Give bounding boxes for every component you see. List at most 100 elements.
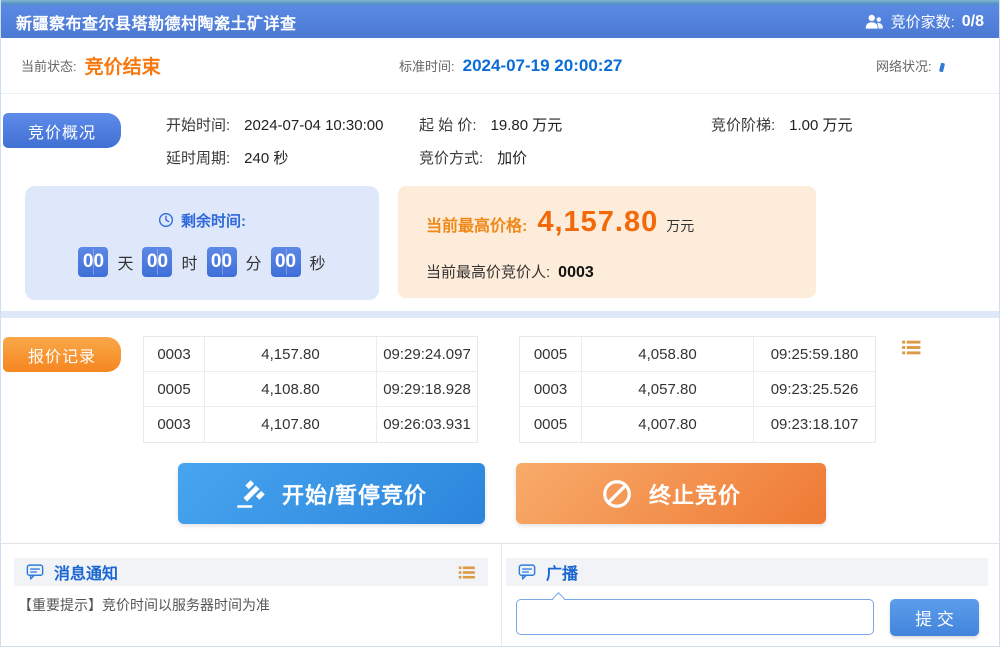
highest-bidder-line: 当前最高价竞价人: 0003: [426, 261, 788, 282]
title-bar: 新疆察布查尔县塔勒德村陶瓷土矿详查 竞价家数: 0/8: [1, 5, 999, 38]
chat-icon: [518, 564, 536, 580]
countdown-minutes: 00: [207, 247, 237, 277]
delay-field: 延时周期: 240 秒: [166, 147, 288, 168]
table-cell: 0005: [144, 372, 205, 406]
page-title: 新疆察布查尔县塔勒德村陶瓷土矿详查: [16, 10, 297, 34]
time-value: 2024-07-19 20:00:27: [463, 56, 623, 76]
table-cell: 0003: [144, 407, 205, 442]
server-time: 标准时间: 2024-07-19 20:00:27: [399, 38, 622, 93]
notice-message: 【重要提示】竞价时间以服务器时间为准: [18, 595, 270, 615]
vertical-divider: [501, 544, 502, 646]
state-value: 竞价结束: [85, 52, 161, 79]
current-state: 当前状态: 竞价结束: [21, 38, 161, 93]
start-time-field: 开始时间: 2024-07-04 10:30:00: [166, 114, 383, 135]
delay-label: 延时周期:: [166, 150, 230, 167]
delay-value: 240 秒: [244, 150, 288, 167]
countdown-days: 00: [78, 247, 108, 277]
minute-unit: 分: [246, 250, 262, 274]
countdown-hours: 00: [142, 247, 172, 277]
step-value: 1.00 万元: [789, 117, 852, 134]
highest-bidder-label: 当前最高价竞价人:: [426, 261, 550, 282]
bidder-count-value: 0/8: [962, 13, 984, 31]
bid-records-table-right: 00054,058.8009:25:59.18000034,057.8009:2…: [519, 336, 876, 443]
day-unit: 天: [117, 250, 133, 274]
start-price-label: 起 始 价:: [419, 117, 477, 134]
notice-header: 消息通知: [14, 558, 488, 586]
start-price-value: 19.80 万元: [491, 117, 563, 134]
mode-field: 竞价方式: 加价: [419, 147, 527, 168]
mode-value: 加价: [497, 150, 527, 167]
time-label: 标准时间:: [399, 56, 455, 75]
start-time-label: 开始时间:: [166, 117, 230, 134]
highest-price-unit: 万元: [666, 216, 694, 236]
people-icon: [865, 14, 884, 29]
network-status: 网络状况:: [876, 38, 944, 93]
status-bar: 当前状态: 竞价结束 标准时间: 2024-07-19 20:00:27 网络状…: [1, 38, 999, 94]
countdown-label: 剩余时间:: [181, 210, 246, 231]
highest-price-panel: 当前最高价格: 4,157.80 万元 当前最高价竞价人: 0003: [398, 186, 816, 298]
highest-price-label: 当前最高价格:: [426, 212, 527, 236]
start-pause-button[interactable]: 开始/暂停竞价: [178, 463, 485, 524]
broadcast-title: 广播: [546, 560, 578, 584]
table-row: 00054,007.8009:23:18.107: [520, 407, 875, 442]
bidder-count-label: 竞价家数:: [891, 11, 955, 32]
table-row: 00034,157.8009:29:24.097: [144, 337, 477, 372]
start-price-field: 起 始 价: 19.80 万元: [419, 114, 562, 135]
table-cell: 4,107.80: [205, 407, 377, 442]
table-cell: 09:25:59.180: [754, 337, 875, 371]
submit-button[interactable]: 提 交: [890, 599, 979, 636]
broadcast-input[interactable]: [516, 599, 874, 635]
section-divider: [1, 311, 999, 318]
countdown-digits: 00 天 00 时 00 分 00 秒: [78, 247, 325, 277]
state-label: 当前状态:: [21, 56, 77, 75]
network-signal-icon: [939, 63, 945, 73]
table-row: 00054,058.8009:25:59.180: [520, 337, 875, 372]
table-cell: 0003: [144, 337, 205, 371]
table-row: 00034,107.8009:26:03.931: [144, 407, 477, 442]
table-cell: 4,058.80: [582, 337, 754, 371]
bottom-section: 消息通知 【重要提示】竞价时间以服务器时间为准 广播: [1, 543, 999, 646]
gavel-icon: [236, 479, 266, 509]
mode-label: 竞价方式:: [419, 150, 483, 167]
table-cell: 4,157.80: [205, 337, 377, 371]
stop-button[interactable]: 终止竞价: [516, 463, 826, 524]
highest-price-line: 当前最高价格: 4,157.80 万元: [426, 206, 788, 239]
table-cell: 09:26:03.931: [377, 407, 477, 442]
bid-records-table-left: 00034,157.8009:29:24.09700054,108.8009:2…: [143, 336, 478, 443]
chat-icon: [26, 564, 44, 580]
start-time-value: 2024-07-04 10:30:00: [244, 117, 383, 134]
step-label: 竞价阶梯:: [711, 117, 775, 134]
countdown-panel: 剩余时间: 00 天 00 时 00 分 00 秒: [25, 186, 379, 300]
prohibit-icon: [601, 478, 633, 510]
table-row: 00054,108.8009:29:18.928: [144, 372, 477, 407]
bid-records-badge: 报价记录: [3, 337, 121, 372]
overview-badge: 竞价概况: [3, 113, 121, 148]
records-list-icon[interactable]: [901, 339, 922, 356]
countdown-seconds: 00: [271, 247, 301, 277]
table-cell: 0005: [520, 337, 582, 371]
second-unit: 秒: [310, 250, 326, 274]
broadcast-header: 广播: [506, 558, 988, 586]
hour-unit: 时: [181, 250, 197, 274]
table-cell: 4,108.80: [205, 372, 377, 406]
table-cell: 09:29:24.097: [377, 337, 477, 371]
table-cell: 4,007.80: [582, 407, 754, 442]
table-cell: 4,057.80: [582, 372, 754, 406]
table-cell: 09:23:18.107: [754, 407, 875, 442]
highest-price-value: 4,157.80: [537, 206, 658, 239]
table-row: 00034,057.8009:23:25.526: [520, 372, 875, 407]
notice-list-icon[interactable]: [458, 565, 476, 580]
table-cell: 09:29:18.928: [377, 372, 477, 406]
countdown-title: 剩余时间:: [158, 210, 246, 231]
table-cell: 09:23:25.526: [754, 372, 875, 406]
clock-icon: [158, 212, 174, 228]
step-field: 竞价阶梯: 1.00 万元: [711, 114, 853, 135]
start-pause-label: 开始/暂停竞价: [282, 478, 427, 510]
table-cell: 0005: [520, 407, 582, 442]
bidder-count: 竞价家数: 0/8: [865, 11, 984, 32]
highest-bidder-value: 0003: [558, 264, 594, 282]
table-cell: 0003: [520, 372, 582, 406]
broadcast-input-wrap: [516, 599, 874, 635]
auction-page: 新疆察布查尔县塔勒德村陶瓷土矿详查 竞价家数: 0/8 当前状态: 竞价结束 标…: [0, 0, 1000, 647]
network-label: 网络状况:: [876, 56, 932, 75]
